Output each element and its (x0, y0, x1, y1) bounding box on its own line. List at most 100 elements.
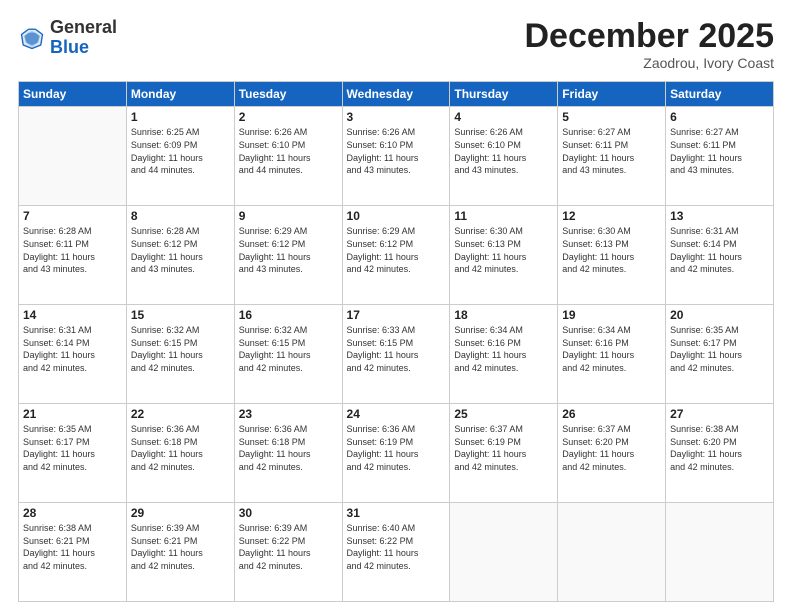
day-info: Sunrise: 6:35 AM Sunset: 6:17 PM Dayligh… (670, 324, 769, 374)
table-row: 11 Sunrise: 6:30 AM Sunset: 6:13 PM Dayli… (450, 206, 558, 305)
day-info: Sunrise: 6:36 AM Sunset: 6:18 PM Dayligh… (239, 423, 338, 473)
day-info: Sunrise: 6:31 AM Sunset: 6:14 PM Dayligh… (670, 225, 769, 275)
day-info: Sunrise: 6:40 AM Sunset: 6:22 PM Dayligh… (347, 522, 446, 572)
day-info: Sunrise: 6:33 AM Sunset: 6:15 PM Dayligh… (347, 324, 446, 374)
calendar-week-row: 14 Sunrise: 6:31 AM Sunset: 6:14 PM Dayli… (19, 305, 774, 404)
day-number: 4 (454, 110, 553, 124)
day-number: 22 (131, 407, 230, 421)
day-number: 8 (131, 209, 230, 223)
col-saturday: Saturday (666, 82, 774, 107)
day-info: Sunrise: 6:36 AM Sunset: 6:18 PM Dayligh… (131, 423, 230, 473)
table-row: 18Sunrise: 6:34 AM Sunset: 6:16 PM Dayli… (450, 305, 558, 404)
header: General Blue December 2025 Zaodrou, Ivor… (18, 18, 774, 71)
logo-icon (18, 24, 46, 52)
calendar-week-row: 1 Sunrise: 6:25 AM Sunset: 6:09 PM Daylig… (19, 107, 774, 206)
day-number: 14 (23, 308, 122, 322)
day-number: 7 (23, 209, 122, 223)
day-number: 11 (454, 209, 553, 223)
table-row: 20 Sunrise: 6:35 AM Sunset: 6:17 PM Dayli… (666, 305, 774, 404)
day-number: 13 (670, 209, 769, 223)
table-row: 14 Sunrise: 6:31 AM Sunset: 6:14 PM Dayli… (19, 305, 127, 404)
day-number: 10 (347, 209, 446, 223)
day-info: Sunrise: 6:34 AM Sunset: 6:16 PM Dayligh… (562, 324, 661, 374)
subtitle: Zaodrou, Ivory Coast (524, 55, 774, 71)
day-number: 16 (239, 308, 338, 322)
table-row: 26 Sunrise: 6:37 AM Sunset: 6:20 PM Dayli… (558, 404, 666, 503)
day-number: 26 (562, 407, 661, 421)
table-row: 7 Sunrise: 6:28 AM Sunset: 6:11 PM Daylig… (19, 206, 127, 305)
table-row: 4 Sunrise: 6:26 AM Sunset: 6:10 PM Daylig… (450, 107, 558, 206)
calendar-week-row: 21Sunrise: 6:35 AM Sunset: 6:17 PM Dayli… (19, 404, 774, 503)
table-row: 15Sunrise: 6:32 AM Sunset: 6:15 PM Dayli… (126, 305, 234, 404)
calendar-header-row: Sunday Monday Tuesday Wednesday Thursday… (19, 82, 774, 107)
calendar-week-row: 28 Sunrise: 6:38 AM Sunset: 6:21 PM Dayli… (19, 503, 774, 602)
day-info: Sunrise: 6:25 AM Sunset: 6:09 PM Dayligh… (131, 126, 230, 176)
table-row: 31 Sunrise: 6:40 AM Sunset: 6:22 PM Dayli… (342, 503, 450, 602)
table-row: 29Sunrise: 6:39 AM Sunset: 6:21 PM Dayli… (126, 503, 234, 602)
table-row: 6Sunrise: 6:27 AM Sunset: 6:11 PM Daylig… (666, 107, 774, 206)
day-info: Sunrise: 6:37 AM Sunset: 6:19 PM Dayligh… (454, 423, 553, 473)
day-info: Sunrise: 6:28 AM Sunset: 6:12 PM Dayligh… (131, 225, 230, 275)
table-row: 23 Sunrise: 6:36 AM Sunset: 6:18 PM Dayli… (234, 404, 342, 503)
col-wednesday: Wednesday (342, 82, 450, 107)
table-row: 9 Sunrise: 6:29 AM Sunset: 6:12 PM Daylig… (234, 206, 342, 305)
day-number: 3 (347, 110, 446, 124)
table-row: 21Sunrise: 6:35 AM Sunset: 6:17 PM Dayli… (19, 404, 127, 503)
day-info: Sunrise: 6:38 AM Sunset: 6:20 PM Dayligh… (670, 423, 769, 473)
calendar-table: Sunday Monday Tuesday Wednesday Thursday… (18, 81, 774, 602)
table-row (558, 503, 666, 602)
logo-general: General (50, 17, 117, 37)
day-info: Sunrise: 6:26 AM Sunset: 6:10 PM Dayligh… (454, 126, 553, 176)
day-info: Sunrise: 6:26 AM Sunset: 6:10 PM Dayligh… (347, 126, 446, 176)
day-number: 28 (23, 506, 122, 520)
col-monday: Monday (126, 82, 234, 107)
table-row: 1 Sunrise: 6:25 AM Sunset: 6:09 PM Daylig… (126, 107, 234, 206)
table-row (450, 503, 558, 602)
table-row: 17Sunrise: 6:33 AM Sunset: 6:15 PM Dayli… (342, 305, 450, 404)
day-number: 18 (454, 308, 553, 322)
day-number: 30 (239, 506, 338, 520)
table-row: 16 Sunrise: 6:32 AM Sunset: 6:15 PM Dayli… (234, 305, 342, 404)
table-row (666, 503, 774, 602)
day-info: Sunrise: 6:27 AM Sunset: 6:11 PM Dayligh… (562, 126, 661, 176)
logo-blue: Blue (50, 37, 89, 57)
day-info: Sunrise: 6:36 AM Sunset: 6:19 PM Dayligh… (347, 423, 446, 473)
table-row: 30 Sunrise: 6:39 AM Sunset: 6:22 PM Dayli… (234, 503, 342, 602)
table-row: 5 Sunrise: 6:27 AM Sunset: 6:11 PM Daylig… (558, 107, 666, 206)
day-number: 1 (131, 110, 230, 124)
month-title: December 2025 (524, 18, 774, 55)
day-info: Sunrise: 6:37 AM Sunset: 6:20 PM Dayligh… (562, 423, 661, 473)
col-friday: Friday (558, 82, 666, 107)
day-number: 12 (562, 209, 661, 223)
day-info: Sunrise: 6:29 AM Sunset: 6:12 PM Dayligh… (239, 225, 338, 275)
day-number: 20 (670, 308, 769, 322)
table-row: 28 Sunrise: 6:38 AM Sunset: 6:21 PM Dayli… (19, 503, 127, 602)
day-number: 19 (562, 308, 661, 322)
day-info: Sunrise: 6:32 AM Sunset: 6:15 PM Dayligh… (239, 324, 338, 374)
day-number: 5 (562, 110, 661, 124)
day-info: Sunrise: 6:38 AM Sunset: 6:21 PM Dayligh… (23, 522, 122, 572)
day-number: 23 (239, 407, 338, 421)
table-row: 8 Sunrise: 6:28 AM Sunset: 6:12 PM Daylig… (126, 206, 234, 305)
table-row: 12Sunrise: 6:30 AM Sunset: 6:13 PM Dayli… (558, 206, 666, 305)
day-info: Sunrise: 6:28 AM Sunset: 6:11 PM Dayligh… (23, 225, 122, 275)
table-row: 22 Sunrise: 6:36 AM Sunset: 6:18 PM Dayli… (126, 404, 234, 503)
day-number: 25 (454, 407, 553, 421)
page: General Blue December 2025 Zaodrou, Ivor… (0, 0, 792, 612)
day-number: 24 (347, 407, 446, 421)
day-number: 31 (347, 506, 446, 520)
day-number: 15 (131, 308, 230, 322)
col-sunday: Sunday (19, 82, 127, 107)
title-block: December 2025 Zaodrou, Ivory Coast (524, 18, 774, 71)
table-row: 10Sunrise: 6:29 AM Sunset: 6:12 PM Dayli… (342, 206, 450, 305)
day-number: 2 (239, 110, 338, 124)
calendar-week-row: 7 Sunrise: 6:28 AM Sunset: 6:11 PM Daylig… (19, 206, 774, 305)
col-tuesday: Tuesday (234, 82, 342, 107)
day-info: Sunrise: 6:31 AM Sunset: 6:14 PM Dayligh… (23, 324, 122, 374)
day-number: 6 (670, 110, 769, 124)
day-number: 9 (239, 209, 338, 223)
logo-text: General Blue (50, 18, 117, 58)
day-info: Sunrise: 6:39 AM Sunset: 6:22 PM Dayligh… (239, 522, 338, 572)
day-info: Sunrise: 6:30 AM Sunset: 6:13 PM Dayligh… (454, 225, 553, 275)
table-row: 2Sunrise: 6:26 AM Sunset: 6:10 PM Daylig… (234, 107, 342, 206)
